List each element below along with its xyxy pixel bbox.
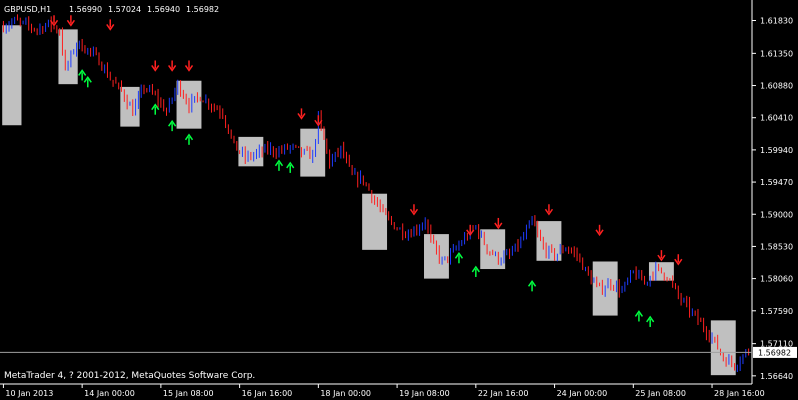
close-value: 1.56982 xyxy=(186,5,219,14)
low-value: 1.56940 xyxy=(147,5,180,14)
time-tick-label: 28 Jan 16:00 xyxy=(714,389,765,398)
time-tick-label: 16 Jan 16:00 xyxy=(242,389,293,398)
time-tick-label: 18 Jan 00:00 xyxy=(320,389,371,398)
price-tick-label: 1.61350 xyxy=(760,49,793,58)
copyright-text: MetaTrader 4, ? 2001-2012, MetaQuotes So… xyxy=(4,371,255,381)
price-tick-label: 1.60410 xyxy=(760,114,793,123)
time-tick-label: 25 Jan 08:00 xyxy=(635,389,686,398)
time-tick-label: 15 Jan 08:00 xyxy=(163,389,214,398)
high-value: 1.57024 xyxy=(108,5,141,14)
price-tick-label: 1.57590 xyxy=(760,307,793,316)
time-tick-label: 19 Jan 08:00 xyxy=(399,389,450,398)
time-tick-label: 14 Jan 00:00 xyxy=(84,389,135,398)
price-tick-label: 1.58060 xyxy=(760,275,793,284)
chart-background xyxy=(0,0,798,400)
symbol-label: GBPUSD,H1 xyxy=(4,5,51,14)
price-tick-label: 1.60880 xyxy=(760,82,793,91)
price-tick-label: 1.61830 xyxy=(760,16,793,25)
range-box xyxy=(58,29,78,85)
price-tick-label: 1.59940 xyxy=(760,146,793,155)
chart-canvas: 1.61830 1.61350 1.60880 1.60410 1.59940 1.594… xyxy=(0,0,798,400)
price-tick-label: 1.59000 xyxy=(760,210,793,219)
current-price-label: 1.56982 xyxy=(758,348,791,357)
time-tick-label: 22 Jan 16:00 xyxy=(478,389,529,398)
range-box xyxy=(120,86,140,127)
time-tick-label: 10 Jan 2013 xyxy=(5,389,53,398)
range-box xyxy=(2,25,22,126)
open-value: 1.56990 xyxy=(69,5,102,14)
time-tick-label: 24 Jan 00:00 xyxy=(557,389,608,398)
price-tick-label: 1.58530 xyxy=(760,242,793,251)
price-tick-label: 1.59470 xyxy=(760,178,793,187)
price-tick-label: 1.56640 xyxy=(760,372,793,381)
